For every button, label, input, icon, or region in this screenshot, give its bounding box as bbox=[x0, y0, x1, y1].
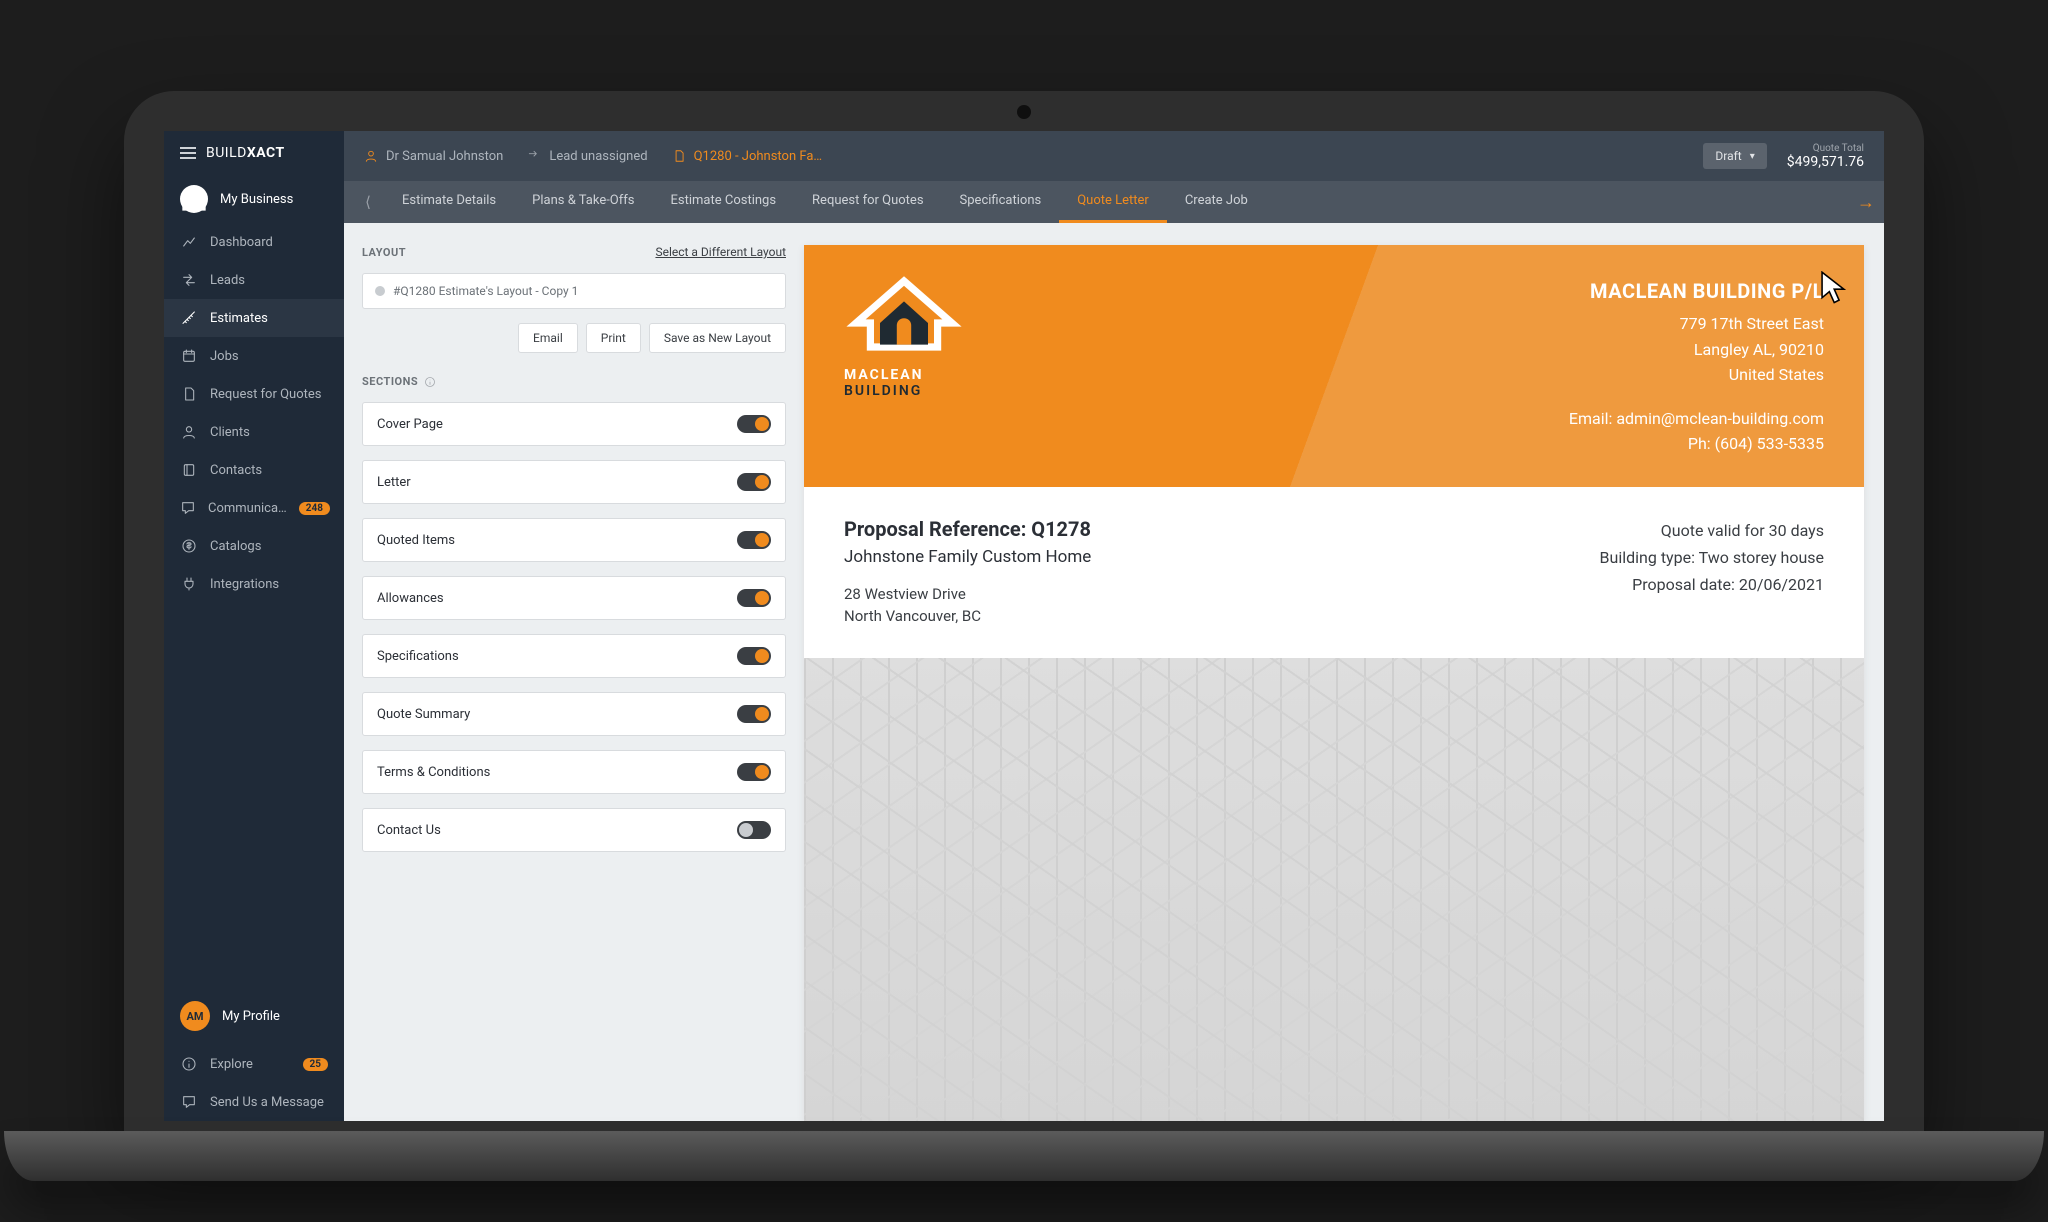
toggle[interactable] bbox=[737, 705, 771, 723]
sidebar-item-communications[interactable]: Communica… 248 bbox=[164, 489, 344, 527]
breadcrumb-quote[interactable]: Q1280 - Johnston Fa… bbox=[672, 149, 823, 164]
home-icon bbox=[180, 185, 208, 213]
sidebar-item-contacts[interactable]: Contacts bbox=[164, 451, 344, 489]
book-icon bbox=[180, 461, 198, 479]
config-panel: LAYOUT Select a Different Layout #Q1280 … bbox=[344, 223, 804, 1121]
tabs: ⟨ Estimate Details Plans & Take-Offs Est… bbox=[344, 181, 1884, 223]
company-details: MACLEAN BUILDING P/L 779 17th Street Eas… bbox=[1569, 275, 1824, 457]
main: Dr Samual Johnston Lead unassigned Q1280… bbox=[344, 131, 1884, 1121]
proposal-reference: Proposal Reference: Q1278 bbox=[844, 517, 1091, 541]
header: Dr Samual Johnston Lead unassigned Q1280… bbox=[344, 131, 1884, 181]
calendar-icon bbox=[180, 347, 198, 365]
company-logo: MACLEAN BUILDING bbox=[844, 275, 964, 399]
dollar-icon bbox=[180, 537, 198, 555]
section-quoted-items[interactable]: Quoted Items bbox=[362, 518, 786, 562]
ruler-icon bbox=[180, 309, 198, 327]
sidebar-item-explore[interactable]: Explore 25 bbox=[164, 1045, 344, 1083]
save-layout-button[interactable]: Save as New Layout bbox=[649, 323, 786, 353]
breadcrumb-lead[interactable]: Lead unassigned bbox=[527, 149, 647, 164]
section-contact-us[interactable]: Contact Us bbox=[362, 808, 786, 852]
tab-costings[interactable]: Estimate Costings bbox=[653, 181, 795, 223]
section-allowances[interactable]: Allowances bbox=[362, 576, 786, 620]
toggle[interactable] bbox=[737, 647, 771, 665]
breadcrumb-contact[interactable]: Dr Samual Johnston bbox=[364, 149, 503, 164]
tab-quote-letter[interactable]: Quote Letter bbox=[1059, 181, 1167, 223]
document-icon bbox=[180, 385, 198, 403]
section-letter[interactable]: Letter bbox=[362, 460, 786, 504]
select-layout-link[interactable]: Select a Different Layout bbox=[655, 245, 786, 259]
layout-heading: LAYOUT bbox=[362, 246, 406, 259]
info-icon bbox=[424, 376, 436, 388]
toggle[interactable] bbox=[737, 415, 771, 433]
tab-create-job[interactable]: Create Job bbox=[1167, 181, 1266, 223]
quote-total: Quote Total $499,571.76 bbox=[1787, 143, 1864, 170]
tab-plans[interactable]: Plans & Take-Offs bbox=[514, 181, 652, 223]
preview-cover-image bbox=[804, 658, 1864, 1121]
tab-rfq[interactable]: Request for Quotes bbox=[794, 181, 941, 223]
preview-body: Proposal Reference: Q1278 Johnstone Fami… bbox=[804, 487, 1864, 658]
plug-icon bbox=[180, 575, 198, 593]
sidebar-item-leads[interactable]: Leads bbox=[164, 261, 344, 299]
toggle[interactable] bbox=[737, 763, 771, 781]
layout-name-field[interactable]: #Q1280 Estimate's Layout - Copy 1 bbox=[362, 273, 786, 309]
proposal-subtitle: Johnstone Family Custom Home bbox=[844, 547, 1091, 567]
section-specifications[interactable]: Specifications bbox=[362, 634, 786, 678]
preview-header: MACLEAN BUILDING MACLEAN BUILDING P/L 77… bbox=[804, 245, 1864, 487]
chart-icon bbox=[180, 233, 198, 251]
section-cover-page[interactable]: Cover Page bbox=[362, 402, 786, 446]
message-icon bbox=[180, 1093, 198, 1111]
sidebar-item-message[interactable]: Send Us a Message bbox=[164, 1083, 344, 1121]
sidebar-item-catalogs[interactable]: Catalogs bbox=[164, 527, 344, 565]
profile[interactable]: AM My Profile bbox=[164, 987, 344, 1045]
sidebar-item-clients[interactable]: Clients bbox=[164, 413, 344, 451]
status-dropdown[interactable]: Draft bbox=[1703, 143, 1766, 169]
menu-icon[interactable] bbox=[180, 147, 196, 159]
sidebar: BUILDXACT My Business Dashboard Leads Es… bbox=[164, 131, 344, 1121]
sidebar-item-estimates[interactable]: Estimates bbox=[164, 299, 344, 337]
tab-back-icon[interactable]: ⟨ bbox=[352, 181, 384, 223]
tab-estimate-details[interactable]: Estimate Details bbox=[384, 181, 514, 223]
chat-icon bbox=[180, 499, 196, 517]
sidebar-item-integrations[interactable]: Integrations bbox=[164, 565, 344, 603]
section-quote-summary[interactable]: Quote Summary bbox=[362, 692, 786, 736]
content: LAYOUT Select a Different Layout #Q1280 … bbox=[344, 223, 1884, 1121]
sidebar-item-rfq[interactable]: Request for Quotes bbox=[164, 375, 344, 413]
toggle[interactable] bbox=[737, 821, 771, 839]
email-button[interactable]: Email bbox=[518, 323, 578, 353]
house-icon bbox=[844, 275, 964, 359]
badge: 25 bbox=[303, 1058, 328, 1071]
print-button[interactable]: Print bbox=[586, 323, 641, 353]
sidebar-item-jobs[interactable]: Jobs bbox=[164, 337, 344, 375]
quote-preview: MACLEAN BUILDING MACLEAN BUILDING P/L 77… bbox=[804, 245, 1864, 1121]
tab-specifications[interactable]: Specifications bbox=[942, 181, 1060, 223]
user-icon bbox=[180, 423, 198, 441]
sidebar-item-dashboard[interactable]: Dashboard bbox=[164, 223, 344, 261]
brand: BUILDXACT bbox=[164, 131, 344, 175]
toggle[interactable] bbox=[737, 531, 771, 549]
tab-next-icon[interactable]: → bbox=[1848, 181, 1884, 223]
avatar: AM bbox=[180, 1001, 210, 1031]
info-icon bbox=[180, 1055, 198, 1073]
toggle[interactable] bbox=[737, 473, 771, 491]
toggle[interactable] bbox=[737, 589, 771, 607]
section-terms[interactable]: Terms & Conditions bbox=[362, 750, 786, 794]
sidebar-my-business[interactable]: My Business bbox=[164, 175, 344, 223]
sections-heading: SECTIONS bbox=[362, 375, 786, 388]
swap-icon bbox=[180, 271, 198, 289]
badge: 248 bbox=[299, 502, 330, 515]
